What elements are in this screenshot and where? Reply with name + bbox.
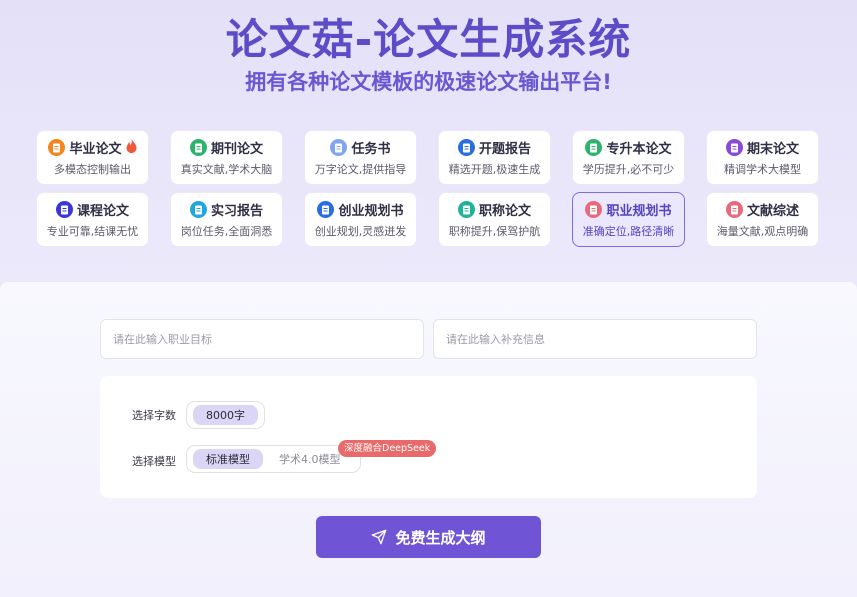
template-card-header: 期末论文: [725, 138, 799, 157]
template-card-title: 毕业论文: [69, 142, 122, 157]
template-card-title: 期刊论文: [210, 142, 263, 157]
template-card-title: 创业规划书: [338, 204, 404, 219]
page-subtitle: 拥有各种论文模板的极速论文输出平台!: [245, 70, 612, 94]
template-card-9[interactable]: 创业规划书创业规划,灵感迸发: [304, 192, 417, 247]
template-card-title: 课程论文: [76, 204, 129, 219]
report-icon: [457, 139, 475, 156]
model-selector: 标准模型 学术4.0模型: [186, 445, 361, 473]
template-card-2[interactable]: 期刊论文真实文献,学术大脑: [170, 130, 283, 185]
career-goal-input[interactable]: [100, 319, 424, 359]
template-card-desc: 准确定位,路径清晰: [582, 225, 675, 238]
exam-icon: [725, 139, 743, 156]
document-icon: [48, 139, 66, 156]
wordcount-label: 选择字数: [132, 409, 176, 422]
template-card-desc: 精选开题,极速生成: [448, 163, 541, 176]
template-card-header: 任务书: [330, 138, 391, 157]
template-card-desc: 精调学术大模型: [724, 163, 801, 176]
wordcount-option-8000[interactable]: 8000字: [193, 405, 258, 425]
template-card-header: 专升本论文: [585, 138, 672, 157]
template-card-header: 职业规划书: [585, 200, 672, 219]
book-icon: [585, 139, 603, 156]
template-card-10[interactable]: 职称论文职称提升,保驾护航: [438, 192, 551, 247]
template-card-7[interactable]: 课程论文专业可靠,结课无忧: [36, 192, 149, 247]
template-card-header: 创业规划书: [317, 200, 404, 219]
generate-outline-button[interactable]: 免费生成大纲: [316, 516, 541, 558]
title-icon: [457, 201, 475, 218]
literature-icon: [725, 201, 743, 218]
deepseek-badge: 深度融合DeepSeek: [338, 440, 437, 457]
template-grid: 毕业论文 多模态控制输出 期刊论文 真实文献,学术大脑 任务书 万字论文,提供指导 开题报告…: [36, 130, 819, 247]
career-icon: [585, 201, 603, 218]
template-card-title: 任务书: [351, 142, 391, 157]
template-card-header: 文献综述: [725, 200, 799, 219]
template-card-desc: 岗位任务,全面洞悉: [180, 225, 273, 238]
template-card-11[interactable]: 职业规划书准确定位,路径清晰: [572, 192, 685, 247]
template-card-title: 职业规划书: [606, 204, 672, 219]
template-card-title: 文献综述: [746, 204, 799, 219]
extra-info-input[interactable]: [433, 319, 757, 359]
generate-outline-label: 免费生成大纲: [395, 528, 486, 547]
course-icon: [55, 201, 73, 218]
template-card-3[interactable]: 任务书万字论文,提供指导: [304, 130, 417, 185]
fire-icon: [126, 138, 137, 157]
template-card-1[interactable]: 毕业论文多模态控制输出: [36, 130, 149, 185]
template-card-desc: 真实文献,学术大脑: [180, 163, 273, 176]
template-card-desc: 多模态控制输出: [54, 163, 131, 176]
wordcount-selector: 8000字: [186, 401, 265, 429]
template-card-8[interactable]: 实习报告岗位任务,全面洞悉: [170, 192, 283, 247]
template-card-12[interactable]: 文献综述海量文献,观点明确: [706, 192, 819, 247]
template-card-title: 专升本论文: [606, 142, 672, 157]
model-label: 选择模型: [132, 455, 176, 468]
template-card-header: 毕业论文: [48, 138, 136, 157]
template-card-desc: 专业可靠,结课无忧: [46, 225, 139, 238]
template-card-desc: 学历提升,必不可少: [582, 163, 675, 176]
page-title: 论文菇-论文生成系统: [225, 15, 632, 64]
template-card-desc: 海量文献,观点明确: [716, 225, 809, 238]
template-card-title: 实习报告: [210, 204, 263, 219]
template-card-desc: 万字论文,提供指导: [314, 163, 407, 176]
template-card-4[interactable]: 开题报告精选开题,极速生成: [438, 130, 551, 185]
template-card-title: 期末论文: [746, 142, 799, 157]
journal-icon: [189, 139, 207, 156]
model-option-academic[interactable]: 学术4.0模型: [275, 449, 345, 469]
intern-icon: [189, 201, 207, 218]
template-card-desc: 职称提升,保驾护航: [448, 225, 541, 238]
model-option-standard[interactable]: 标准模型: [193, 449, 263, 469]
send-icon: [372, 529, 387, 545]
template-card-header: 课程论文: [55, 200, 129, 219]
task-icon: [330, 139, 348, 156]
template-card-header: 期刊论文: [189, 138, 263, 157]
startup-icon: [317, 201, 335, 218]
template-card-title: 开题报告: [478, 142, 531, 157]
template-card-header: 开题报告: [457, 138, 531, 157]
template-card-desc: 创业规划,灵感迸发: [314, 225, 407, 238]
template-card-title: 职称论文: [478, 204, 531, 219]
options-box: 选择字数 8000字 选择模型 标准模型 学术4.0模型: [100, 376, 757, 498]
template-card-5[interactable]: 专升本论文学历提升,必不可少: [572, 130, 685, 185]
template-card-header: 实习报告: [189, 200, 263, 219]
template-card-6[interactable]: 期末论文精调学术大模型: [706, 130, 819, 185]
template-card-header: 职称论文: [457, 200, 531, 219]
